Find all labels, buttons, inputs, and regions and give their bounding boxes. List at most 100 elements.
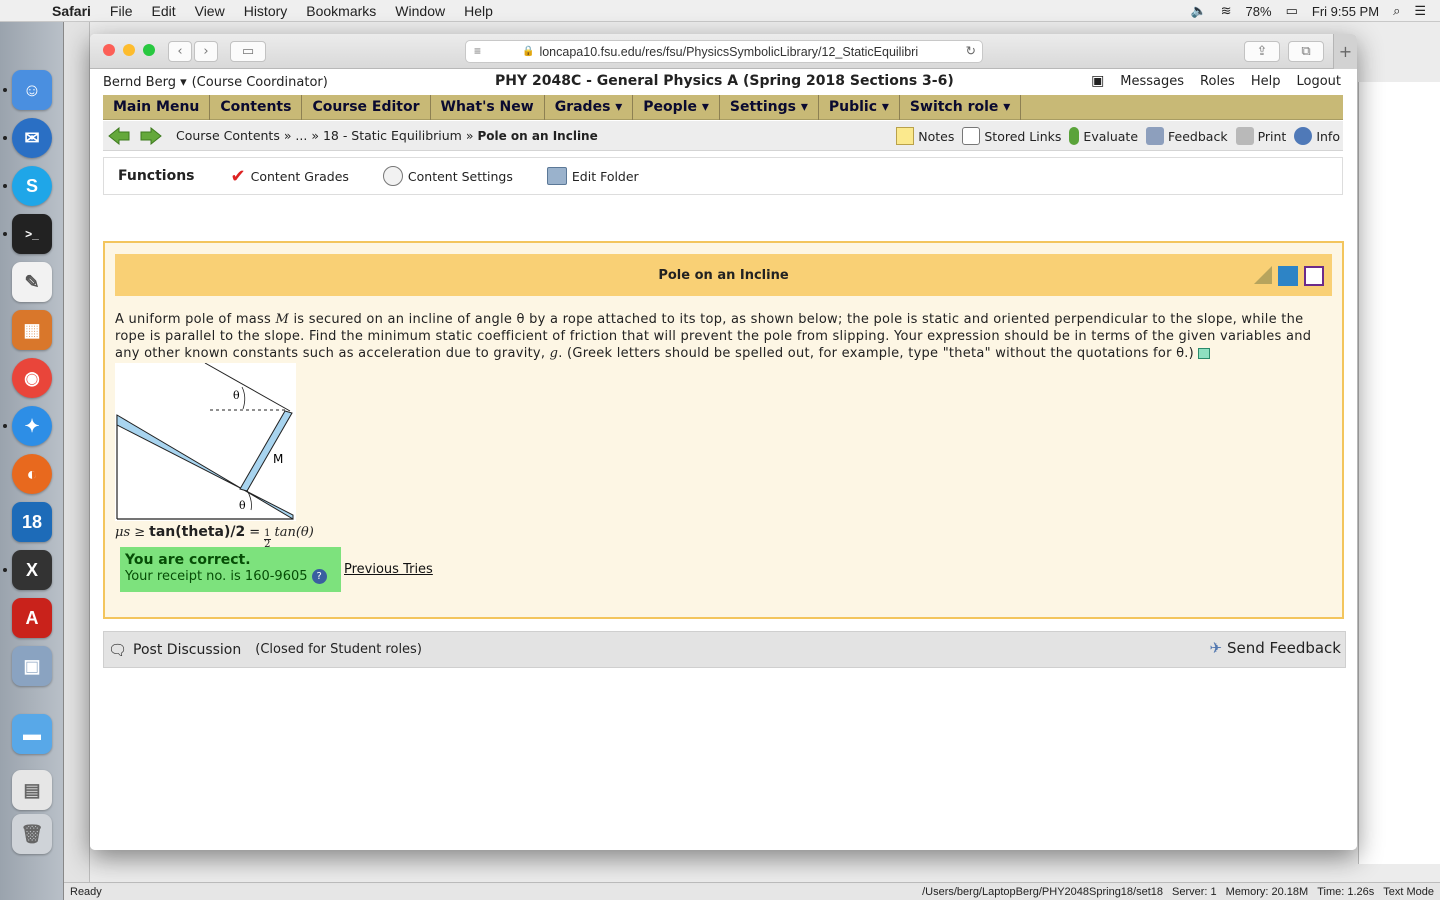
nav-grades[interactable]: Grades ▾: [545, 94, 634, 120]
chrome-icon[interactable]: ◉: [12, 358, 52, 398]
functions-title: Functions: [118, 168, 195, 184]
notes-tool[interactable]: Notes: [896, 127, 954, 145]
print-problem-icon[interactable]: [1304, 266, 1324, 286]
battery-icon[interactable]: ▭: [1286, 3, 1298, 19]
clock[interactable]: Fri 9:55 PM: [1312, 4, 1379, 19]
user-menu[interactable]: Bernd Berg ▾: [103, 75, 187, 90]
background-app-sidebar: [64, 22, 90, 884]
feedback-icon: [1146, 127, 1165, 145]
help-icon[interactable]: ?: [311, 569, 327, 584]
wifi-icon[interactable]: ≋: [1221, 3, 1232, 19]
graph-tool-icon[interactable]: [1278, 266, 1298, 286]
status-path: /Users/berg/LaptopBerg/PHY2048Spring18/s…: [922, 885, 1164, 898]
rendered-answer: tan(θ): [274, 525, 314, 540]
safari-icon[interactable]: ✦: [12, 406, 52, 446]
menu-edit[interactable]: Edit: [151, 3, 175, 19]
textedit-icon[interactable]: ✎: [12, 262, 52, 302]
stored-links-tool[interactable]: Stored Links: [962, 127, 1061, 145]
spotlight-icon[interactable]: ⌕: [1393, 3, 1400, 19]
send-feedback-link[interactable]: ✈ Send Feedback: [1209, 639, 1341, 657]
close-window-button[interactable]: [103, 44, 115, 56]
logout-link[interactable]: Logout: [1296, 74, 1341, 89]
calendar-icon[interactable]: 18: [12, 502, 52, 542]
safari-toolbar: ‹ › ▭ ≡ 🔒 loncapa10.fsu.edu/res/fsu/Phys…: [90, 34, 1357, 69]
status-time: Time: 1.26s: [1317, 885, 1375, 898]
nav-settings[interactable]: Settings ▾: [720, 94, 819, 120]
next-arrow-icon[interactable]: [140, 126, 162, 145]
evaluate-tool[interactable]: Evaluate: [1069, 127, 1138, 145]
terminal-icon[interactable]: >_: [12, 214, 52, 254]
url-text: loncapa10.fsu.edu/res/fsu/PhysicsSymboli…: [539, 44, 919, 59]
menu-file[interactable]: File: [110, 3, 133, 19]
back-button[interactable]: ‹: [168, 41, 192, 62]
preview-icon[interactable]: ▣: [12, 646, 52, 686]
reload-icon[interactable]: ↻: [966, 43, 976, 58]
reader-icon[interactable]: ≡: [474, 44, 481, 58]
feedback-label: Feedback: [1168, 128, 1228, 144]
discussion-bar: 🗨 Post Discussion (Closed for Student ro…: [103, 631, 1346, 668]
thunderbird-icon[interactable]: ✉: [12, 118, 52, 158]
finder-icon[interactable]: ☺: [12, 70, 52, 110]
menu-help[interactable]: Help: [464, 3, 493, 19]
print-icon: [1235, 127, 1254, 145]
breadcrumb[interactable]: Course Contents » ... » 18 - Static Equi…: [176, 128, 598, 143]
help-link[interactable]: Help: [1251, 74, 1281, 89]
inbox-icon[interactable]: ▣: [1091, 73, 1104, 89]
notes-label: Notes: [918, 128, 955, 144]
notification-center-icon[interactable]: ☰: [1414, 3, 1426, 19]
running-indicator: [3, 88, 7, 92]
triangle-tool-icon[interactable]: [1254, 266, 1272, 284]
nav-public[interactable]: Public ▾: [819, 94, 900, 120]
trash-icon[interactable]: 🗑: [12, 814, 52, 854]
messages-link[interactable]: Messages: [1120, 74, 1184, 89]
info-tool[interactable]: Info: [1294, 127, 1340, 145]
post-discussion-link[interactable]: Post Discussion: [133, 642, 241, 658]
acrobat-icon[interactable]: A: [12, 598, 52, 638]
status-memory: Memory: 20.18M: [1225, 885, 1309, 898]
notes-icon: [896, 127, 915, 145]
mass-label: M: [273, 452, 283, 466]
running-indicator: [3, 184, 7, 188]
sidebar-toggle-button[interactable]: ▭: [230, 41, 266, 62]
forward-button[interactable]: ›: [194, 41, 218, 62]
minimize-window-button[interactable]: [123, 44, 135, 56]
menu-window[interactable]: Window: [395, 3, 445, 19]
share-button[interactable]: ⇪: [1244, 41, 1280, 62]
menu-history[interactable]: History: [244, 3, 288, 19]
roles-link[interactable]: Roles: [1200, 74, 1235, 89]
nav-main-menu[interactable]: Main Menu: [103, 94, 211, 120]
nav-people[interactable]: People ▾: [633, 94, 720, 120]
menu-app-safari[interactable]: Safari: [52, 3, 91, 19]
address-bar[interactable]: ≡ 🔒 loncapa10.fsu.edu/res/fsu/PhysicsSym…: [465, 40, 983, 63]
firefox-icon[interactable]: ◐: [12, 454, 52, 494]
print-tool[interactable]: Print: [1235, 127, 1286, 145]
menu-bookmarks[interactable]: Bookmarks: [306, 3, 376, 19]
zoom-window-button[interactable]: [143, 44, 155, 56]
hint-icon[interactable]: [1198, 348, 1211, 359]
documents-stack-icon[interactable]: ▤: [12, 770, 52, 810]
feedback-tool[interactable]: Feedback: [1146, 127, 1228, 145]
downloads-folder-icon[interactable]: ▬: [12, 714, 52, 754]
new-tab-button[interactable]: +: [1333, 34, 1357, 69]
previous-tries-link[interactable]: Previous Tries: [344, 562, 433, 577]
tabs-overview-button[interactable]: ⧉: [1288, 41, 1324, 62]
content-settings-link[interactable]: Content Settings: [382, 166, 513, 186]
nav-course-editor[interactable]: Course Editor: [302, 94, 431, 120]
previous-arrow-icon[interactable]: [108, 126, 130, 145]
problem-panel: Pole on an Incline A uniform pole of mas…: [103, 241, 1344, 619]
menu-view[interactable]: View: [195, 3, 225, 19]
x11-icon[interactable]: X: [12, 550, 52, 590]
edit-folder-link[interactable]: Edit Folder: [546, 167, 639, 185]
content-grades-link[interactable]: ✔ Content Grades: [231, 166, 349, 187]
nav-whats-new[interactable]: What's New: [431, 94, 545, 120]
calculator-icon[interactable]: ▦: [12, 310, 52, 350]
incline-figure: θ θ M: [115, 362, 296, 521]
nav-switch-role[interactable]: Switch role ▾: [900, 94, 1022, 120]
stored-links-icon: [962, 127, 981, 145]
correct-message: You are correct.: [125, 552, 251, 568]
nav-contents[interactable]: Contents: [210, 94, 303, 120]
breadcrumb-path[interactable]: Course Contents » ... » 18 - Static Equi…: [176, 128, 477, 143]
skype-icon[interactable]: S: [12, 166, 52, 206]
battery-percent[interactable]: 78%: [1246, 4, 1272, 19]
volume-icon[interactable]: 🔈: [1190, 3, 1206, 19]
